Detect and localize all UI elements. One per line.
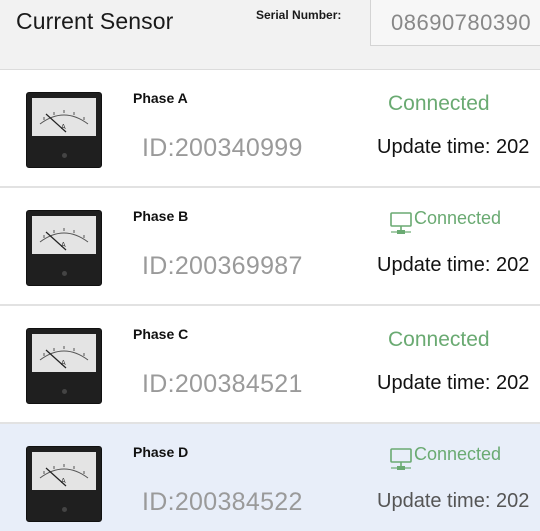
connection-status: Connected <box>414 208 502 228</box>
serial-number-value: 08690780390 <box>391 10 532 35</box>
network-monitor-icon <box>390 448 412 470</box>
sensor-id: ID:200384522 <box>142 488 303 516</box>
connection-status: Connected <box>388 328 490 351</box>
page-title: Current Sensor <box>16 8 174 34</box>
sensor-id: ID:200369987 <box>142 252 303 280</box>
sensor-row-phase-c[interactable]: A Phase C ID:200384521 Connected Update … <box>0 306 540 424</box>
connection-status: Connected <box>414 444 502 464</box>
update-time: Update time: 202 <box>377 254 530 276</box>
phase-name: Phase C <box>133 326 189 342</box>
ammeter-icon: A <box>26 92 102 168</box>
ammeter-icon: A <box>26 210 102 286</box>
ammeter-icon: A <box>26 446 102 522</box>
sensor-row-phase-a[interactable]: A Phase A ID:200340999 Connected Update … <box>0 70 540 188</box>
sensor-id: ID:200340999 <box>142 134 303 162</box>
sensor-row-phase-b[interactable]: A Phase B ID:200369987 Connected Update … <box>0 188 540 306</box>
phase-name: Phase A <box>133 90 188 106</box>
header-bar: Current Sensor Serial Number: 0869078039… <box>0 0 540 70</box>
svg-text:A: A <box>61 124 66 131</box>
phase-name: Phase D <box>133 444 189 460</box>
sensor-row-phase-d[interactable]: A Phase D ID:200384522 Connected Update … <box>0 424 540 531</box>
svg-text:A: A <box>61 360 66 367</box>
svg-text:A: A <box>61 242 66 249</box>
ammeter-icon: A <box>26 328 102 404</box>
serial-number-label: Serial Number: <box>256 8 342 22</box>
update-time: Update time: 202 <box>377 372 530 394</box>
update-time: Update time: 202 <box>377 136 530 158</box>
phase-name: Phase B <box>133 208 189 224</box>
sensor-id: ID:200384521 <box>142 370 303 398</box>
sensor-list: A Phase A ID:200340999 Connected Update … <box>0 70 540 531</box>
svg-text:A: A <box>61 478 66 485</box>
update-time: Update time: 202 <box>377 490 530 512</box>
connection-status: Connected <box>388 92 490 115</box>
serial-number-field[interactable]: 08690780390 <box>370 0 540 46</box>
network-monitor-icon <box>390 212 412 234</box>
